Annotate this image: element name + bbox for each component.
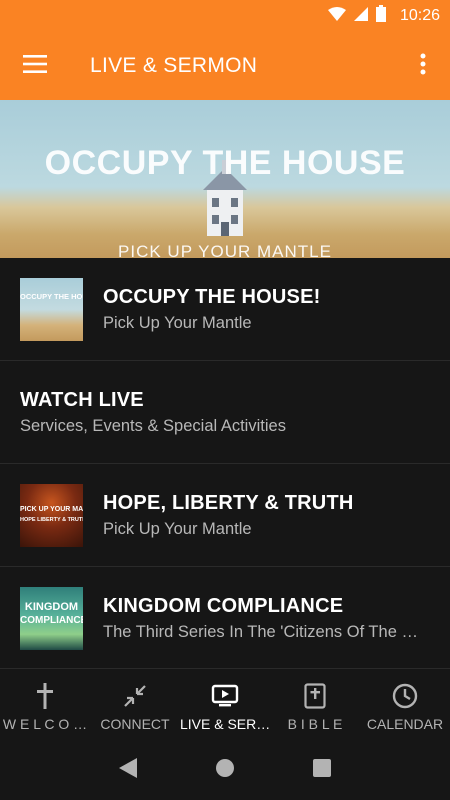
more-vertical-icon xyxy=(420,53,426,80)
hamburger-icon xyxy=(23,54,47,78)
item-subtitle: Pick Up Your Mantle xyxy=(103,313,252,332)
nav-label: B I B L E xyxy=(287,716,343,732)
battery-icon xyxy=(375,5,386,27)
nav-label: W E L C O … xyxy=(2,716,88,732)
item-subtitle: Services, Events & Special Activities xyxy=(20,416,286,435)
page-title: LIVE & SERMON xyxy=(90,54,258,77)
thumbnail-text: KINGDOM xyxy=(24,600,79,613)
item-title: OCCUPY THE HOUSE! xyxy=(103,285,321,308)
status-time: 10:26 xyxy=(399,7,440,24)
thumbnail-text: COMPLIANCE xyxy=(20,614,83,626)
status-bar: 10:26 xyxy=(0,0,450,32)
nav-label: CONNECT xyxy=(100,716,170,732)
live-tv-icon xyxy=(211,682,239,710)
item-title: KINGDOM COMPLIANCE xyxy=(103,594,344,617)
compress-arrows-icon xyxy=(123,682,147,710)
recents-icon[interactable] xyxy=(313,758,331,782)
hero-banner[interactable]: OCCUPY THE HOUSE PICK UP YOUR MANTLE xyxy=(0,100,450,258)
list-item[interactable]: OCCUPY THE HOUSE OCCUPY THE HOUSE! Pick … xyxy=(0,258,450,361)
thumbnail-image: KINGDOM COMPLIANCE xyxy=(20,586,83,650)
nav-item-calendar[interactable]: CALENDAR xyxy=(360,669,450,740)
hero-title: OCCUPY THE HOUSE xyxy=(44,144,406,182)
cell-signal-icon xyxy=(353,6,368,26)
wifi-icon xyxy=(327,6,346,26)
list-item[interactable]: KINGDOM COMPLIANCE KINGDOM COMPLIANCE Th… xyxy=(0,567,450,670)
hamburger-menu-button[interactable] xyxy=(0,32,70,100)
nav-label: CALENDAR xyxy=(366,716,444,732)
clock-icon xyxy=(392,682,418,710)
item-title: HOPE, LIBERTY & TRUTH xyxy=(103,491,354,514)
thumbnail-text: OCCUPY THE HOUSE xyxy=(20,291,83,301)
nav-label: LIVE & SER… xyxy=(180,716,270,732)
bible-icon xyxy=(304,682,326,710)
thumbnail-text: PICK UP YOUR MANTLE xyxy=(20,505,83,513)
item-subtitle: The Third Series In The 'Citizens Of The… xyxy=(103,622,423,641)
back-icon[interactable] xyxy=(119,757,137,783)
hero-subtitle: PICK UP YOUR MANTLE xyxy=(118,242,332,258)
thumbnail-text: HOPE LIBERTY & TRUTH xyxy=(20,516,83,523)
home-icon[interactable] xyxy=(215,758,235,783)
nav-item-connect[interactable]: CONNECT xyxy=(90,669,180,740)
bottom-navigation: W E L C O … CONNECT LIVE & SER… B I B L … xyxy=(0,668,450,740)
list-item[interactable]: WATCH LIVE Services, Events & Special Ac… xyxy=(0,361,450,464)
cross-icon xyxy=(36,682,54,710)
nav-item-bible[interactable]: B I B L E xyxy=(270,669,360,740)
item-subtitle: Pick Up Your Mantle xyxy=(103,519,252,538)
nav-item-welcome[interactable]: W E L C O … xyxy=(0,669,90,740)
sermon-list: OCCUPY THE HOUSE OCCUPY THE HOUSE! Pick … xyxy=(0,258,450,670)
thumbnail-image: PICK UP YOUR MANTLE HOPE LIBERTY & TRUTH xyxy=(20,483,83,547)
thumbnail-image: OCCUPY THE HOUSE xyxy=(20,277,83,341)
system-navigation-bar xyxy=(0,740,450,800)
list-item[interactable]: PICK UP YOUR MANTLE HOPE LIBERTY & TRUTH… xyxy=(0,464,450,567)
overflow-menu-button[interactable] xyxy=(396,32,450,100)
nav-item-live-sermon[interactable]: LIVE & SER… xyxy=(180,669,270,740)
app-bar: LIVE & SERMON xyxy=(0,32,450,100)
item-title: WATCH LIVE xyxy=(20,388,144,411)
